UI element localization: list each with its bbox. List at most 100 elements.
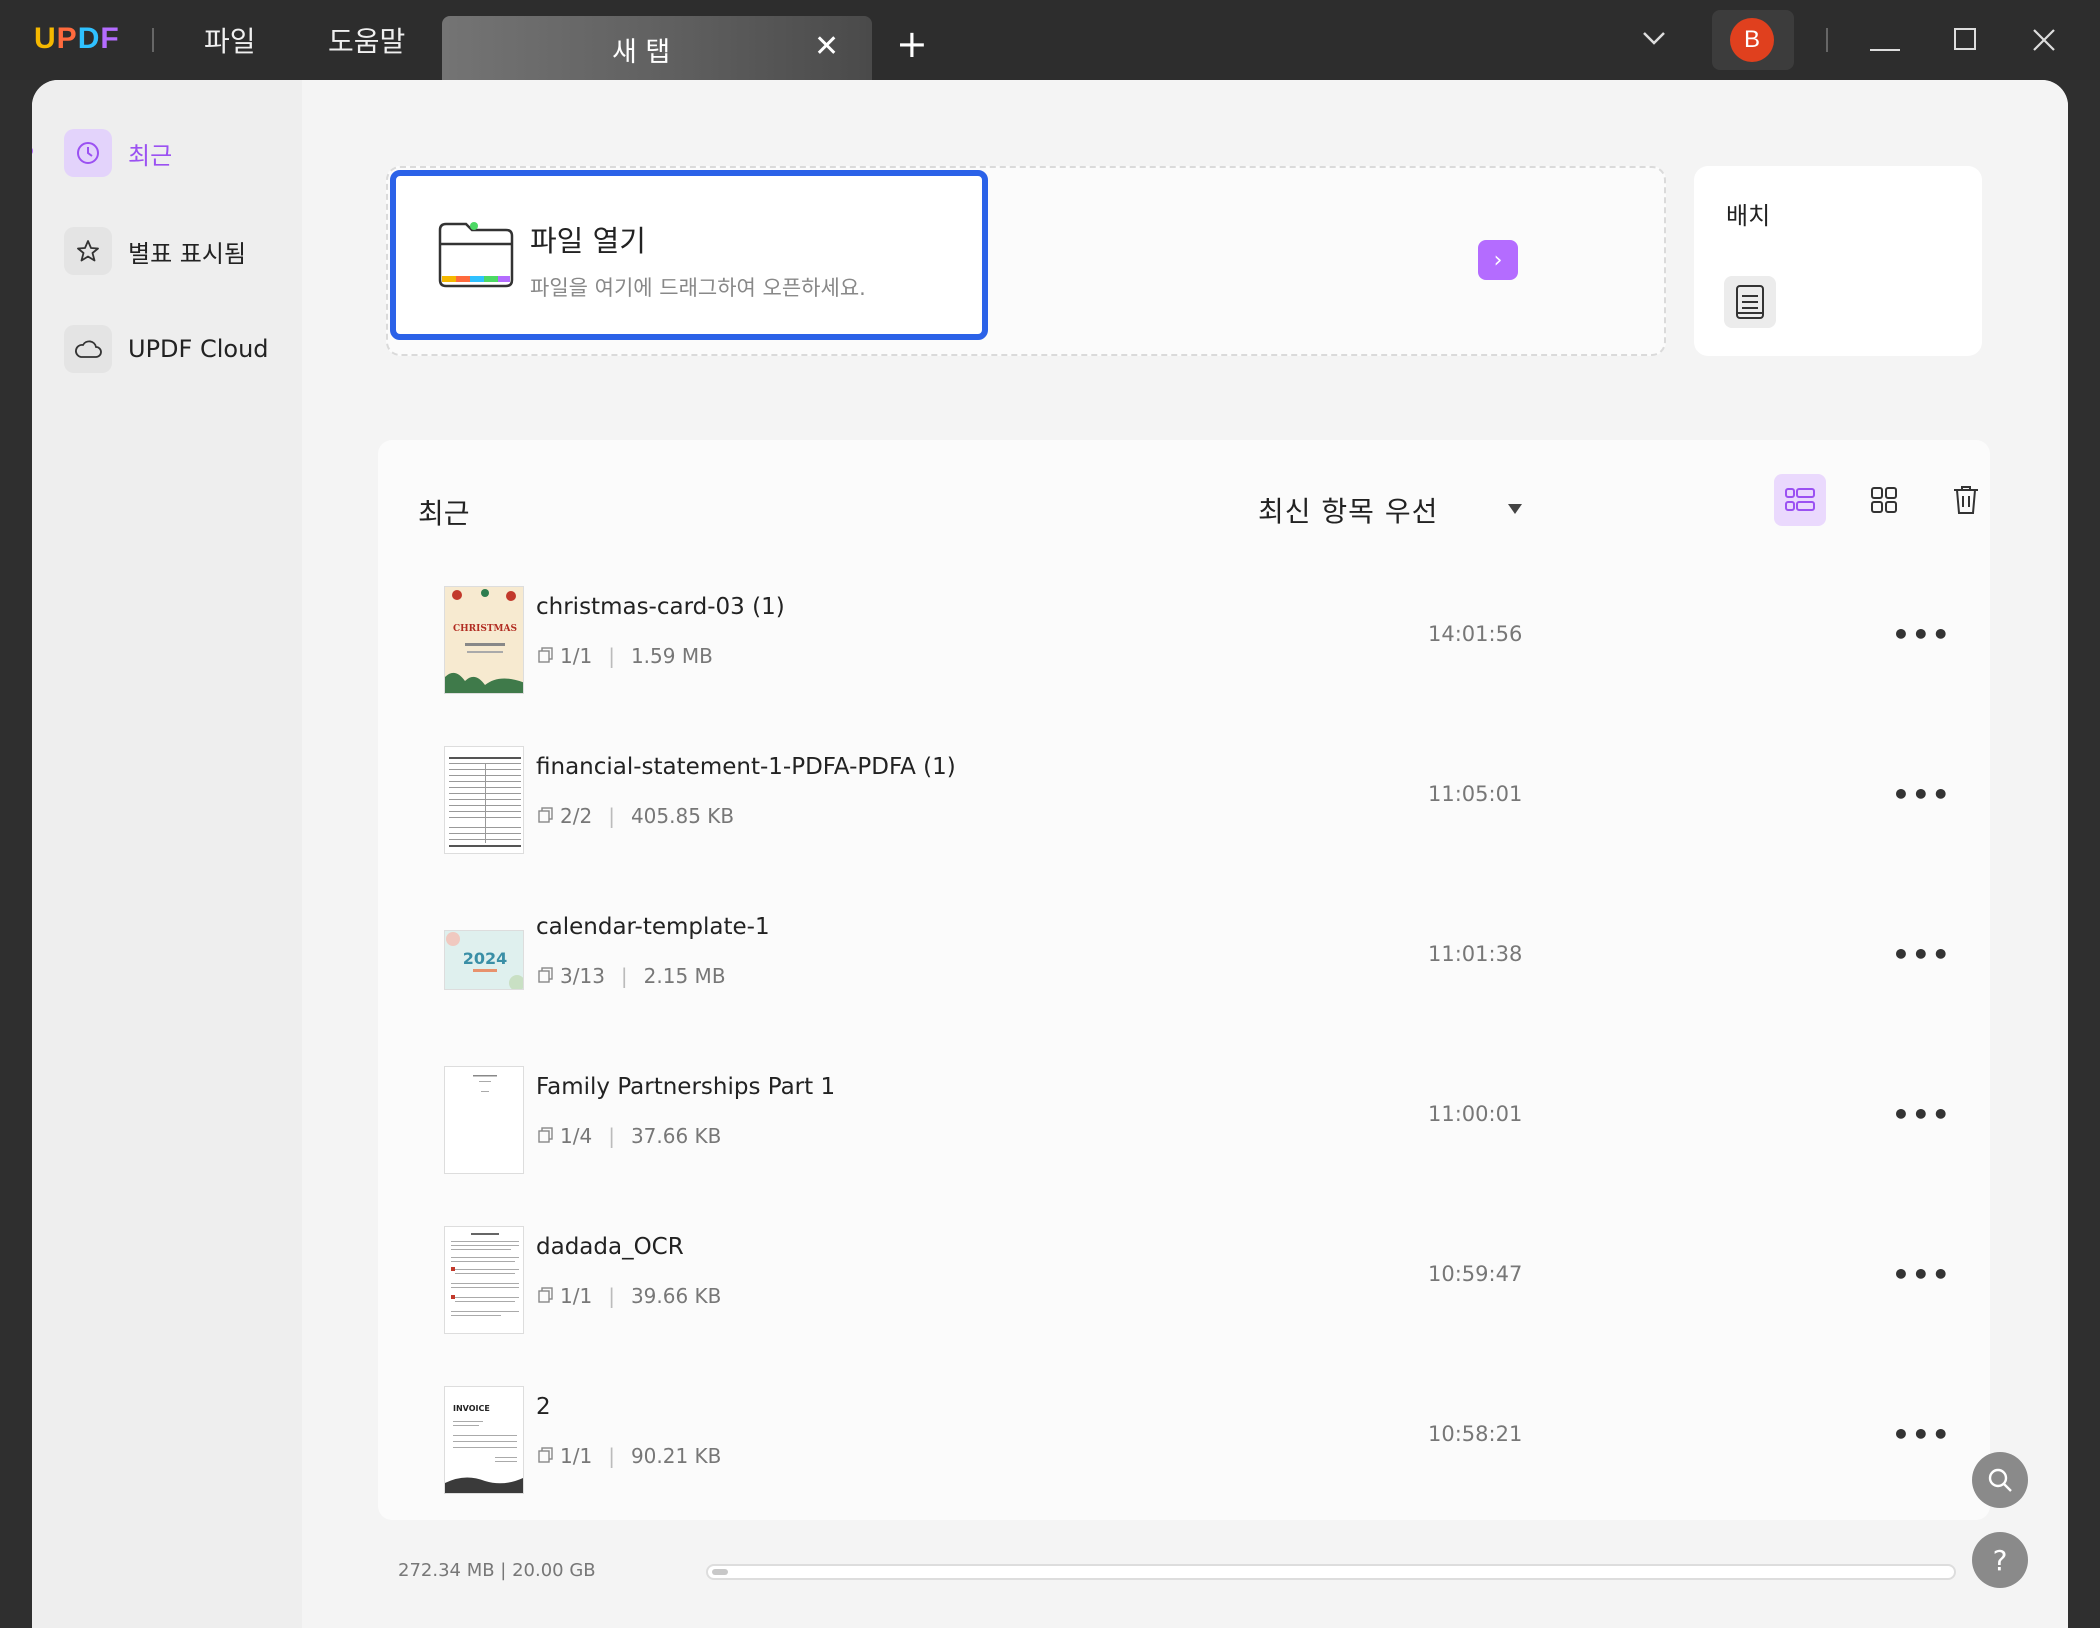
open-arrow-button[interactable]: › bbox=[1478, 240, 1518, 280]
meta-separator: | bbox=[608, 644, 615, 668]
storage-usage-text: 272.34 MB | 20.00 GB bbox=[398, 1560, 596, 1581]
menu-file[interactable]: 파일 bbox=[204, 20, 256, 60]
open-file-subtitle: 파일을 여기에 드래그하여 오픈하세요. bbox=[530, 276, 866, 300]
more-options-icon[interactable]: ••• bbox=[1892, 938, 1952, 971]
app-window: 최근 별표 표시됨 UPDF Cloud 파일 열기 파일을 여기에 드래그하여… bbox=[32, 80, 2068, 1628]
more-options-icon[interactable]: ••• bbox=[1892, 618, 1952, 651]
delete-button[interactable] bbox=[1940, 474, 1992, 526]
list-item[interactable]: CHRISTMAS christmas-card-03 (1) 1/1 | 1.… bbox=[378, 582, 1990, 694]
open-file-button[interactable]: 파일 열기 파일을 여기에 드래그하여 오픈하세요. bbox=[390, 170, 988, 340]
file-meta: 1/1 | 39.66 KB bbox=[538, 1284, 721, 1308]
list-item[interactable]: financial-statement-1-PDFA-PDFA (1) 2/2 … bbox=[378, 742, 1990, 854]
maximize-icon[interactable] bbox=[1954, 28, 1976, 54]
more-options-icon[interactable]: ••• bbox=[1892, 1258, 1952, 1291]
meta-separator: | bbox=[608, 804, 615, 828]
search-button[interactable] bbox=[1972, 1452, 2028, 1508]
file-name: financial-statement-1-PDFA-PDFA (1) bbox=[536, 754, 956, 780]
trash-icon bbox=[1954, 486, 1978, 514]
pages-icon bbox=[538, 1124, 554, 1148]
sidebar: 최근 별표 표시됨 UPDF Cloud bbox=[32, 80, 302, 1628]
recent-files-panel: 최근 최신 항목 우선 CHRISTMAS christmas-card-03 … bbox=[378, 440, 1990, 1520]
page-count: 1/1 bbox=[560, 1284, 593, 1308]
file-size: 37.66 KB bbox=[630, 1124, 722, 1148]
sort-caret-icon[interactable] bbox=[1508, 504, 1522, 514]
pages-icon bbox=[538, 1284, 554, 1308]
title-bar: UPDF 파일 도움말 새 탭 ✕ + B bbox=[0, 0, 2100, 80]
pages-icon bbox=[538, 644, 554, 668]
file-time: 10:58:21 bbox=[1428, 1422, 1523, 1446]
menu-help[interactable]: 도움말 bbox=[328, 20, 405, 60]
file-meta: 1/4 | 37.66 KB bbox=[538, 1124, 721, 1148]
storage-progress-bar bbox=[706, 1564, 1956, 1580]
svg-text:INVOICE: INVOICE bbox=[453, 1404, 490, 1413]
meta-separator: | bbox=[608, 1444, 615, 1468]
folder-icon bbox=[436, 216, 516, 292]
search-icon bbox=[1988, 1468, 2012, 1492]
sort-dropdown[interactable]: 최신 항목 우선 bbox=[1258, 490, 1438, 530]
more-options-icon[interactable]: ••• bbox=[1892, 1098, 1952, 1131]
new-tab-button[interactable]: + bbox=[896, 25, 928, 63]
more-options-icon[interactable]: ••• bbox=[1892, 778, 1952, 811]
meta-separator: | bbox=[608, 1284, 615, 1308]
meta-separator: | bbox=[608, 1124, 615, 1148]
tab-close-icon[interactable]: ✕ bbox=[814, 30, 839, 64]
file-thumbnail bbox=[444, 746, 524, 854]
grid-view-button[interactable] bbox=[1858, 474, 1910, 526]
sidebar-item-label: 최근 bbox=[128, 141, 173, 170]
list-item[interactable]: INVOICE 2 1/1 | 90.21 KB 10:58:21 ••• bbox=[378, 1382, 1990, 1494]
file-time: 10:59:47 bbox=[1428, 1262, 1523, 1286]
svg-text:CHRISTMAS: CHRISTMAS bbox=[453, 624, 517, 634]
updf-logo: UPDF bbox=[34, 22, 120, 55]
file-name: Family Partnerships Part 1 bbox=[536, 1074, 836, 1100]
divider bbox=[1826, 28, 1828, 52]
file-size: 90.21 KB bbox=[630, 1444, 722, 1468]
sidebar-item-cloud[interactable]: UPDF Cloud bbox=[64, 324, 269, 374]
list-view-button[interactable] bbox=[1774, 474, 1826, 526]
svg-text:2024: 2024 bbox=[463, 949, 508, 968]
close-window-icon[interactable] bbox=[2032, 28, 2056, 56]
sidebar-item-label: UPDF Cloud bbox=[128, 335, 269, 363]
page-count: 1/1 bbox=[560, 1444, 593, 1468]
account-button[interactable]: B bbox=[1712, 10, 1794, 70]
avatar: B bbox=[1730, 18, 1774, 62]
sidebar-item-starred[interactable]: 별표 표시됨 bbox=[64, 226, 246, 276]
file-name: calendar-template-1 bbox=[536, 914, 770, 940]
sidebar-item-label: 별표 표시됨 bbox=[128, 239, 247, 268]
file-meta: 2/2 | 405.85 KB bbox=[538, 804, 734, 828]
help-button[interactable]: ? bbox=[1972, 1532, 2028, 1588]
meta-separator: | bbox=[620, 964, 628, 988]
cloud-icon bbox=[64, 325, 112, 373]
storage-progress-fill bbox=[712, 1569, 728, 1575]
page-count: 1/4 bbox=[560, 1124, 593, 1148]
section-title: 최근 bbox=[418, 497, 470, 530]
file-thumbnail: CHRISTMAS bbox=[444, 586, 524, 694]
pages-icon bbox=[538, 964, 554, 988]
chevron-down-icon[interactable] bbox=[1640, 28, 1668, 52]
file-size: 405.85 KB bbox=[630, 804, 735, 828]
star-icon bbox=[64, 227, 112, 275]
tab-label: 새 탭 bbox=[612, 37, 671, 68]
divider bbox=[152, 28, 154, 52]
file-name: dadada_OCR bbox=[536, 1234, 684, 1260]
main-content: 파일 열기 파일을 여기에 드래그하여 오픈하세요. › 배치 최근 최신 항목… bbox=[302, 80, 2068, 1628]
batch-label: 배치 bbox=[1726, 202, 1771, 230]
page-count: 3/13 bbox=[560, 964, 605, 988]
file-time: 11:00:01 bbox=[1428, 1102, 1523, 1126]
file-thumbnail: INVOICE bbox=[444, 1386, 524, 1494]
page-count: 1/1 bbox=[560, 644, 593, 668]
file-meta: 1/1 | 1.59 MB bbox=[538, 644, 713, 668]
batch-document-icon[interactable] bbox=[1724, 276, 1776, 328]
open-file-title: 파일 열기 bbox=[530, 224, 646, 258]
pages-icon bbox=[538, 804, 554, 828]
more-options-icon[interactable]: ••• bbox=[1892, 1418, 1952, 1451]
minimize-icon[interactable] bbox=[1870, 38, 1900, 57]
batch-card[interactable]: 배치 bbox=[1694, 166, 1982, 356]
file-time: 14:01:56 bbox=[1428, 622, 1523, 646]
sidebar-item-recent[interactable]: 최근 bbox=[64, 128, 172, 178]
tab-new[interactable]: 새 탭 ✕ bbox=[442, 16, 872, 80]
page-count: 2/2 bbox=[560, 804, 593, 828]
file-time: 11:05:01 bbox=[1428, 782, 1523, 806]
list-item[interactable]: dadada_OCR 1/1 | 39.66 KB 10:59:47 ••• bbox=[378, 1222, 1990, 1334]
list-item[interactable]: 2024 calendar-template-1 3/13 | 2.15 MB … bbox=[378, 902, 1990, 1012]
list-item[interactable]: Family Partnerships Part 1 1/4 | 37.66 K… bbox=[378, 1062, 1990, 1174]
